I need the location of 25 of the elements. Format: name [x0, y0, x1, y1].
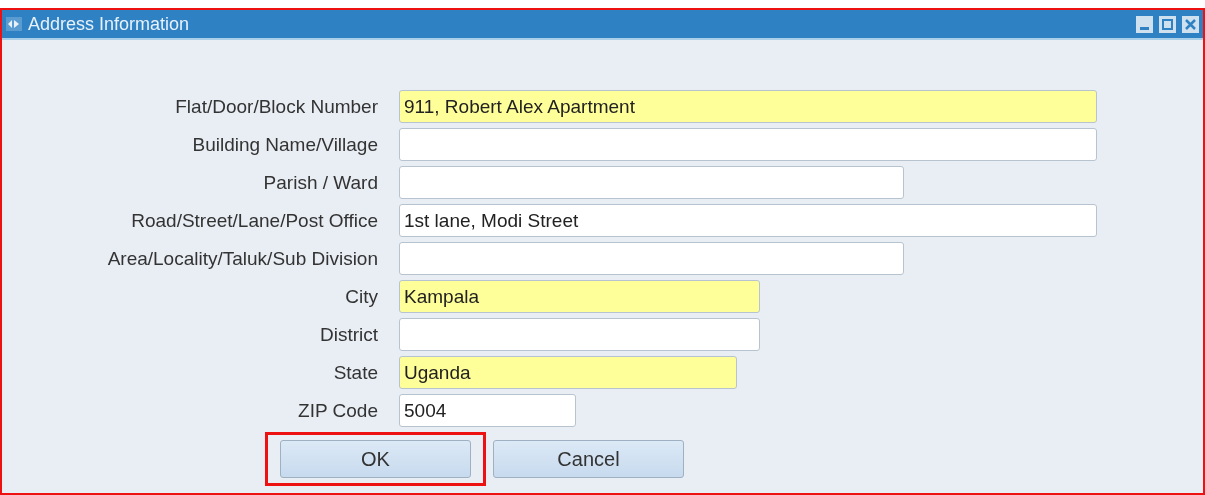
- field-label: Flat/Door/Block Number: [174, 95, 378, 118]
- input-field[interactable]: Uganda: [399, 356, 737, 389]
- field-label: ZIP Code: [297, 399, 378, 422]
- field-label: District: [318, 323, 378, 346]
- window-title: Address Information: [28, 13, 191, 35]
- minimize-icon[interactable]: [1136, 15, 1153, 33]
- maximize-icon[interactable]: [1159, 15, 1176, 33]
- field-label: Building Name/Village: [191, 133, 378, 156]
- dialog-button[interactable]: OK: [280, 440, 471, 478]
- input-field[interactable]: [399, 318, 760, 351]
- input-field[interactable]: [399, 128, 1097, 161]
- field-label: City: [344, 285, 378, 308]
- field-label: Road/Street/Lane/Post Office: [130, 209, 378, 232]
- field-label: Parish / Ward: [262, 171, 378, 194]
- field-label: State: [332, 361, 378, 384]
- input-field[interactable]: [399, 166, 904, 199]
- dialog-button[interactable]: Cancel: [493, 440, 684, 478]
- input-field[interactable]: 1st lane, Modi Street: [399, 204, 1097, 237]
- input-field[interactable]: [399, 242, 904, 275]
- field-label: Area/Locality/Taluk/Sub Division: [106, 247, 378, 270]
- window-icon: [6, 17, 22, 31]
- input-field[interactable]: Kampala: [399, 280, 760, 313]
- close-icon[interactable]: [1182, 15, 1199, 33]
- input-field[interactable]: 911, Robert Alex Apartment: [399, 90, 1097, 123]
- input-field[interactable]: 5004: [399, 394, 576, 427]
